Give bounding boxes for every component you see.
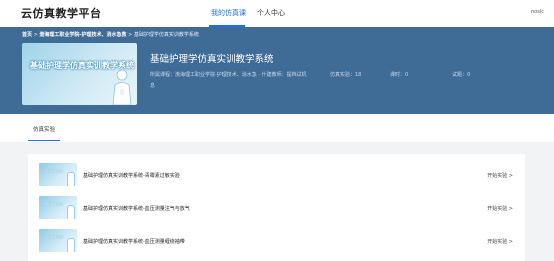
thumbnail-title: 基础护理学仿真 — [42, 169, 64, 173]
start-experiment-link[interactable]: 开始实验 > — [487, 205, 513, 212]
course-banner: 首页 > 渤海理工职业学院-护理技术、消水急救 > 基础护理学仿真实训教学系统 … — [0, 27, 554, 114]
list-item[interactable]: 基础护理学仿真 基础护理仿真实训教学系统-血压测量缠绕袖带 开始实验 > — [28, 226, 525, 257]
experiment-name: 基础护理仿真实训教学系统-血压测量缠绕袖带 — [83, 239, 185, 245]
tests-count: 试题：0 — [452, 72, 471, 78]
breadcrumb-current: 基础护理学仿真实训教学系统 — [133, 32, 199, 38]
thumbnail-title: 基础护理学仿真 — [42, 235, 64, 239]
course-meta-overflow: 息 — [150, 83, 156, 89]
tab-active-indicator — [28, 140, 60, 141]
top-bar: 云仿真教学平台 我的仿真课 个人中心 noslc — [0, 0, 554, 27]
course-meta-info: 所属课程：渤海理工职业学院-护理技术、消水急 · 什建教师：提档试机 — [150, 72, 307, 78]
tab-simulation-experiments[interactable]: 仿真实验 — [33, 125, 55, 133]
course-cover-image: 基础护理学仿真实训教学系统 — [22, 43, 137, 105]
user-name[interactable]: noslc — [531, 9, 544, 15]
experiment-count: 仿真实验：18 — [330, 72, 362, 78]
nurse-figure-icon — [112, 69, 132, 105]
experiment-list: 基础护理学仿真 基础护理仿真实训教学系统-青霉素过敏实验 开始实验 > 基础护理… — [28, 154, 525, 261]
breadcrumb-separator: > — [128, 32, 133, 38]
breadcrumb-home[interactable]: 首页 — [22, 32, 32, 38]
experiment-name: 基础护理仿真实训教学系统-血压测量注气与放气 — [83, 206, 190, 212]
nav-personal-center[interactable]: 个人中心 — [257, 8, 285, 18]
experiment-thumbnail: 基础护理学仿真 — [39, 196, 77, 219]
start-experiment-link[interactable]: 开始实验 > — [487, 238, 513, 245]
list-item[interactable]: 基础护理学仿真 基础护理仿真实训教学系统-青霉素过敏实验 开始实验 > — [28, 160, 525, 191]
hours-count: 课时：0 — [390, 72, 409, 78]
platform-logo[interactable]: 云仿真教学平台 — [21, 5, 102, 21]
thumbnail-title: 基础护理学仿真 — [42, 202, 64, 206]
start-experiment-link[interactable]: 开始实验 > — [487, 172, 513, 179]
experiment-thumbnail: 基础护理学仿真 — [39, 229, 77, 252]
experiment-name: 基础护理仿真实训教学系统-青霉素过敏实验 — [83, 173, 180, 179]
list-item[interactable]: 基础护理学仿真 基础护理仿真实训教学系统-血压测量注气与放气 开始实验 > — [28, 193, 525, 224]
course-title: 基础护理学仿真实训教学系统 — [150, 54, 274, 65]
nav-my-courses[interactable]: 我的仿真课 — [211, 8, 246, 18]
breadcrumb: 首页 > 渤海理工职业学院-护理技术、消水急救 > 基础护理学仿真实训教学系统 — [22, 31, 199, 38]
experiment-thumbnail: 基础护理学仿真 — [39, 163, 77, 186]
tab-bar: 仿真实验 — [0, 114, 554, 142]
breadcrumb-separator: > — [33, 32, 38, 38]
breadcrumb-school[interactable]: 渤海理工职业学院-护理技术、消水急救 — [39, 32, 126, 38]
